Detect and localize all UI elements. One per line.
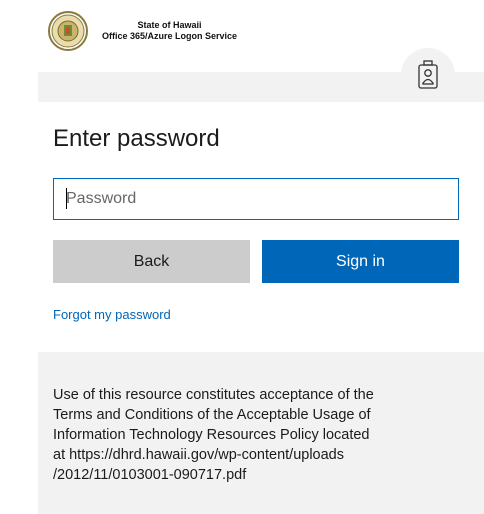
forgot-password-link[interactable]: Forgot my password bbox=[53, 307, 171, 322]
text-caret bbox=[66, 188, 67, 209]
state-seal-icon bbox=[48, 11, 88, 51]
back-button[interactable]: Back bbox=[53, 240, 250, 283]
usage-notice-text: Use of this resource constitutes accepta… bbox=[53, 387, 374, 483]
sign-in-button[interactable]: Sign in bbox=[262, 240, 459, 283]
id-badge-icon bbox=[401, 48, 455, 102]
login-page: State of Hawaii Office 365/Azure Logon S… bbox=[0, 0, 484, 514]
page-title: Enter password bbox=[53, 125, 220, 152]
usage-notice-panel: Use of this resource constitutes accepta… bbox=[38, 352, 484, 514]
org-title-line1: State of Hawaii bbox=[137, 20, 202, 30]
org-title: State of Hawaii Office 365/Azure Logon S… bbox=[102, 20, 237, 42]
password-field[interactable] bbox=[53, 178, 459, 220]
org-title-line2: Office 365/Azure Logon Service bbox=[102, 31, 238, 41]
org-header: State of Hawaii Office 365/Azure Logon S… bbox=[48, 6, 237, 56]
